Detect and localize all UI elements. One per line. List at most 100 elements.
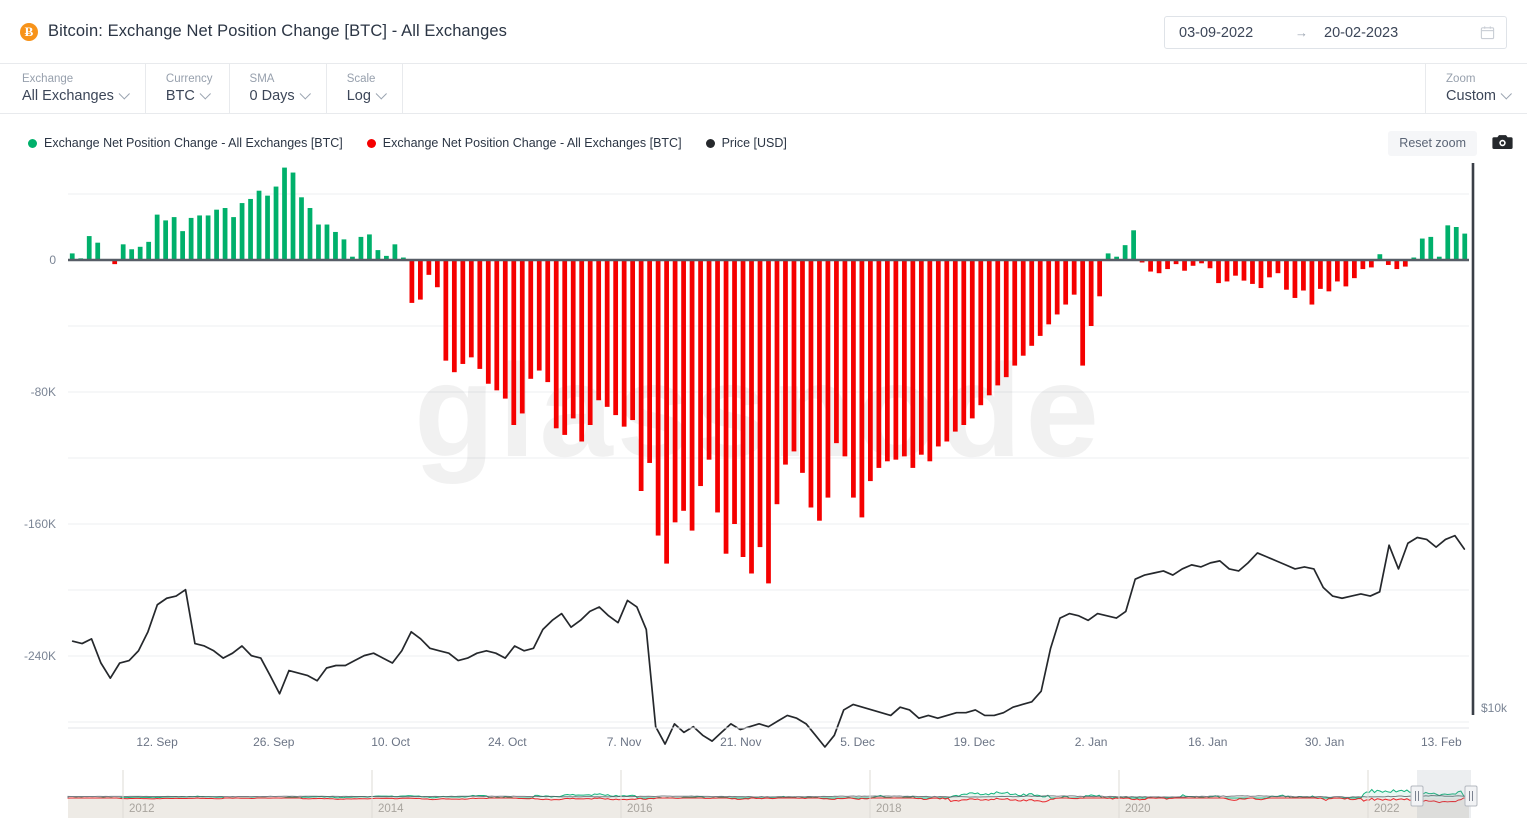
chart-bar[interactable]	[698, 260, 703, 487]
chart-bar[interactable]	[426, 260, 432, 275]
chart-bar[interactable]	[579, 260, 585, 442]
chart-bar[interactable]	[1445, 225, 1451, 260]
chart-bar[interactable]	[969, 260, 975, 419]
chart-bar[interactable]	[1216, 260, 1221, 284]
chart-bar[interactable]	[596, 260, 602, 401]
chart-bar[interactable]	[1267, 260, 1272, 278]
chart-bar[interactable]	[248, 198, 253, 260]
chart-bar[interactable]	[783, 260, 788, 465]
chart-bar[interactable]	[1080, 260, 1086, 366]
scale-selector[interactable]: Scale Log	[327, 64, 403, 113]
chart-bar[interactable]	[918, 260, 924, 455]
chart-bar[interactable]	[171, 217, 177, 260]
main-chart-svg[interactable]: 0-80K-160K-240Kglassnode$10k12. Sep26. S…	[0, 156, 1527, 760]
chart-bar[interactable]	[511, 260, 517, 425]
chart-bar[interactable]	[672, 260, 678, 523]
chart-bar[interactable]	[137, 246, 143, 260]
chart-bar[interactable]	[689, 260, 695, 531]
chart-bar[interactable]	[358, 236, 364, 260]
chart-bar[interactable]	[791, 260, 797, 452]
chart-bar[interactable]	[1097, 260, 1103, 297]
chart-bar[interactable]	[638, 260, 644, 491]
chart-bar[interactable]	[859, 260, 865, 518]
scale-selector-value[interactable]: Log	[347, 87, 387, 105]
chart-bar[interactable]	[655, 260, 661, 536]
legend-item-net-position-positive[interactable]: Exchange Net Position Change - All Excha…	[28, 136, 343, 150]
chart-bar[interactable]	[995, 260, 1001, 386]
chart-bar[interactable]	[570, 260, 576, 419]
chart-bar[interactable]	[1122, 245, 1128, 260]
chart-bar[interactable]	[316, 224, 321, 260]
chart-bar[interactable]	[460, 260, 466, 364]
chart-bar[interactable]	[1309, 260, 1315, 305]
chart-bar[interactable]	[664, 260, 669, 564]
chart-bar[interactable]	[587, 260, 593, 425]
chart-bar[interactable]	[1335, 260, 1340, 282]
chart-bar[interactable]	[935, 260, 941, 447]
chart-bar[interactable]	[231, 217, 236, 260]
chart-bar[interactable]	[1224, 260, 1230, 282]
chart-bar[interactable]	[885, 260, 890, 462]
navigator-selected-window[interactable]	[1417, 770, 1471, 818]
chart-bar[interactable]	[392, 244, 398, 260]
chart-bar[interactable]	[1029, 260, 1035, 346]
chart-bar[interactable]	[1131, 230, 1136, 260]
chart-bar[interactable]	[545, 260, 551, 383]
chart-bar[interactable]	[265, 195, 270, 260]
chart-plot-area[interactable]: 0-80K-160K-240Kglassnode$10k12. Sep26. S…	[0, 156, 1527, 760]
currency-selector[interactable]: Currency BTC	[146, 64, 230, 113]
date-from-input[interactable]: 03-09-2022	[1169, 25, 1289, 41]
chart-bar[interactable]	[1012, 260, 1018, 366]
chart-bar[interactable]	[299, 197, 304, 260]
chart-bar[interactable]	[1352, 260, 1357, 279]
chart-bar[interactable]	[1250, 260, 1255, 284]
chart-bar[interactable]	[443, 260, 449, 361]
legend-item-price[interactable]: Price [USD]	[705, 136, 787, 150]
chart-bar[interactable]	[647, 260, 652, 463]
chart-bar[interactable]	[613, 260, 619, 416]
chart-bar[interactable]	[732, 260, 737, 524]
exchange-selector[interactable]: Exchange All Exchanges	[0, 64, 146, 113]
navigator-svg[interactable]: 2012 2014 2016 2018 2020 2022	[0, 762, 1527, 830]
legend-item-net-position-negative[interactable]: Exchange Net Position Change - All Excha…	[366, 136, 682, 150]
chart-bar[interactable]	[910, 260, 916, 468]
chart-bar[interactable]	[409, 260, 415, 303]
sma-selector[interactable]: SMA 0 Days	[230, 64, 327, 113]
zoom-selector[interactable]: Zoom Custom	[1426, 64, 1527, 113]
navigator-handle-left[interactable]	[1410, 785, 1424, 807]
chart-bar[interactable]	[188, 217, 194, 260]
chart-bar[interactable]	[1063, 260, 1069, 305]
chart-bar[interactable]	[519, 260, 525, 414]
chart-bar[interactable]	[630, 260, 636, 421]
navigator-handle-right[interactable]	[1464, 785, 1478, 807]
chart-bar[interactable]	[851, 260, 856, 498]
zoom-selector-value[interactable]: Custom	[1446, 87, 1512, 105]
chart-bar[interactable]	[1275, 260, 1281, 274]
chart-bar[interactable]	[239, 203, 245, 260]
chart-bar[interactable]	[324, 224, 330, 260]
chart-bar[interactable]	[477, 260, 483, 369]
chart-bar[interactable]	[553, 260, 559, 429]
chart-bar[interactable]	[1284, 260, 1289, 290]
chart-bar[interactable]	[375, 250, 381, 260]
chart-bar[interactable]	[1462, 233, 1468, 260]
chart-bar[interactable]	[749, 260, 754, 574]
chart-bar[interactable]	[1148, 260, 1153, 272]
calendar-icon[interactable]	[1480, 25, 1495, 40]
chart-bar[interactable]	[1453, 227, 1459, 260]
chart-bar[interactable]	[1156, 260, 1162, 274]
chart-bar[interactable]	[604, 260, 610, 407]
chart-bar[interactable]	[282, 167, 287, 260]
chart-bar[interactable]	[800, 260, 805, 473]
chart-bar[interactable]	[808, 260, 814, 508]
chart-bar[interactable]	[256, 190, 262, 260]
reset-zoom-button[interactable]: Reset zoom	[1388, 131, 1477, 156]
chart-bar[interactable]	[528, 260, 534, 379]
chart-bar[interactable]	[1233, 260, 1238, 276]
chart-bar[interactable]	[1020, 260, 1026, 356]
chart-bar[interactable]	[129, 249, 135, 260]
chart-bar[interactable]	[1054, 260, 1060, 315]
chart-bar[interactable]	[961, 260, 967, 425]
date-range-picker[interactable]: 03-09-2022 → 20-02-2023	[1164, 16, 1507, 49]
chart-bar[interactable]	[1343, 260, 1349, 287]
